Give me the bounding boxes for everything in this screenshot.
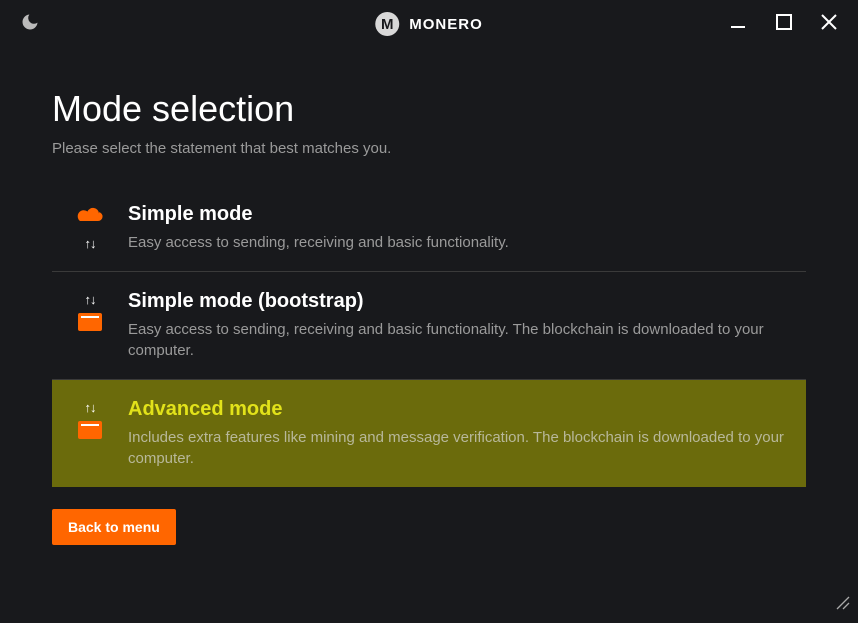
sync-arrows-icon: ↑↓ [85, 236, 96, 251]
mode-title: Simple mode (bootstrap) [128, 290, 792, 313]
mode-title: Simple mode [128, 203, 792, 226]
app-title: MONERO [409, 16, 483, 33]
mode-text: Simple mode (bootstrap) Easy access to s… [118, 290, 792, 361]
mode-list: ↑↓ Simple mode Easy access to sending, r… [52, 185, 806, 487]
titlebar-center: M MONERO [375, 12, 483, 36]
mode-icon-column: ↑↓ [62, 203, 118, 251]
mode-description: Easy access to sending, receiving and ba… [128, 232, 792, 253]
page-title: Mode selection [52, 88, 806, 130]
mode-text: Simple mode Easy access to sending, rece… [118, 203, 792, 253]
titlebar-left [20, 12, 40, 37]
drive-icon [78, 421, 102, 439]
back-to-menu-button[interactable]: Back to menu [52, 509, 176, 545]
mode-description: Easy access to sending, receiving and ba… [128, 319, 792, 361]
close-button[interactable] [820, 13, 838, 36]
content: Mode selection Please select the stateme… [0, 48, 858, 545]
resize-handle-icon[interactable] [836, 596, 850, 615]
titlebar: M MONERO [0, 0, 858, 48]
drive-icon [78, 313, 102, 331]
mode-option-advanced[interactable]: ↑↓ Advanced mode Includes extra features… [52, 380, 806, 487]
maximize-button[interactable] [776, 14, 792, 35]
mode-text: Advanced mode Includes extra features li… [118, 398, 792, 469]
page-subtitle: Please select the statement that best ma… [52, 140, 806, 157]
theme-toggle-icon[interactable] [20, 12, 40, 37]
mode-title: Advanced mode [128, 398, 792, 421]
mode-option-simple[interactable]: ↑↓ Simple mode Easy access to sending, r… [52, 185, 806, 272]
sync-arrows-icon: ↑↓ [85, 292, 96, 307]
mode-option-bootstrap[interactable]: ↑↓ Simple mode (bootstrap) Easy access t… [52, 272, 806, 380]
cloud-icon [75, 205, 105, 230]
sync-arrows-icon: ↑↓ [85, 400, 96, 415]
mode-icon-column: ↑↓ [62, 290, 118, 331]
window-controls [730, 13, 838, 36]
mode-description: Includes extra features like mining and … [128, 427, 792, 469]
mode-icon-column: ↑↓ [62, 398, 118, 439]
monero-logo-icon: M [375, 12, 399, 36]
minimize-button[interactable] [730, 13, 748, 36]
